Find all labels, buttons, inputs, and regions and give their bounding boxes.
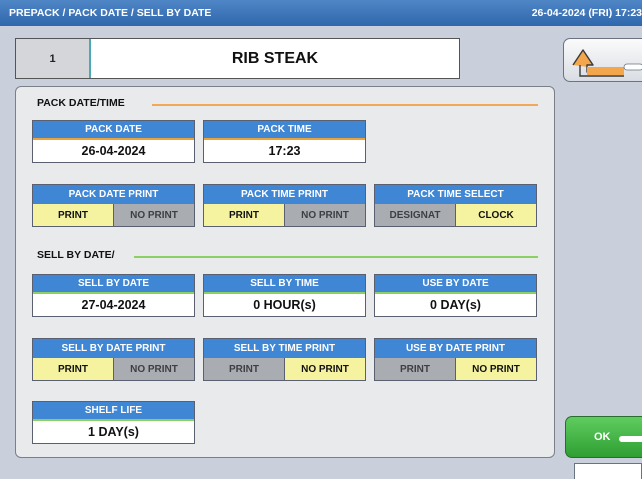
footer-box xyxy=(574,463,642,479)
sell-section-title: SELL BY DATE/ xyxy=(37,249,115,261)
ok-button[interactable]: OK xyxy=(565,416,642,458)
pack-time-clock-option[interactable]: CLOCK xyxy=(455,204,536,226)
pack-time-print-toggle: PACK TIME PRINT PRINT NO PRINT xyxy=(203,184,366,227)
pack-section-title: PACK DATE/TIME xyxy=(37,97,125,109)
pack-date-print-label: PACK DATE PRINT xyxy=(33,185,194,204)
pack-time-designat-option[interactable]: DESIGNAT xyxy=(375,204,455,226)
settings-panel: PACK DATE/TIME PACK DATE 26-04-2024 PACK… xyxy=(15,86,555,458)
product-number[interactable]: 1 xyxy=(16,39,91,78)
pack-section-divider xyxy=(152,104,538,106)
sell-by-time-value: 0 HOUR(s) xyxy=(253,298,316,312)
sell-by-time-print-toggle: SELL BY TIME PRINT PRINT NO PRINT xyxy=(203,338,366,381)
title-bar: PREPACK / PACK DATE / SELL BY DATE 26-04… xyxy=(0,0,642,26)
date-time-display: 26-04-2024 (FRI) 17:23 xyxy=(531,7,642,19)
product-header: 1 RIB STEAK xyxy=(15,38,460,79)
use-by-date-label: USE BY DATE xyxy=(375,275,536,294)
pack-date-print-toggle: PACK DATE PRINT PRINT NO PRINT xyxy=(32,184,195,227)
return-arrow-icon xyxy=(572,49,642,77)
use-by-date-print-option[interactable]: PRINT xyxy=(375,358,455,380)
pack-time-label: PACK TIME xyxy=(204,121,365,140)
sell-by-date-no-print-option[interactable]: NO PRINT xyxy=(113,358,194,380)
sell-section-divider xyxy=(134,256,538,258)
screen-title: PREPACK / PACK DATE / SELL BY DATE xyxy=(9,7,212,19)
use-by-date-field[interactable]: USE BY DATE 0 DAY(s) xyxy=(374,274,537,317)
use-by-date-no-print-option[interactable]: NO PRINT xyxy=(455,358,536,380)
sell-by-date-print-toggle: SELL BY DATE PRINT PRINT NO PRINT xyxy=(32,338,195,381)
sell-by-time-field[interactable]: SELL BY TIME 0 HOUR(s) xyxy=(203,274,366,317)
ok-button-label: OK xyxy=(594,431,611,443)
pack-time-no-print-option[interactable]: NO PRINT xyxy=(284,204,365,226)
pack-date-no-print-option[interactable]: NO PRINT xyxy=(113,204,194,226)
use-by-date-value: 0 DAY(s) xyxy=(430,298,481,312)
ok-connector-icon xyxy=(619,436,642,442)
sell-by-date-print-label: SELL BY DATE PRINT xyxy=(33,339,194,358)
pack-time-value: 17:23 xyxy=(268,144,301,158)
sell-by-time-no-print-option[interactable]: NO PRINT xyxy=(284,358,365,380)
shelf-life-value: 1 DAY(s) xyxy=(88,425,139,439)
pack-date-print-option[interactable]: PRINT xyxy=(33,204,113,226)
shelf-life-field[interactable]: SHELF LIFE 1 DAY(s) xyxy=(32,401,195,444)
sell-by-date-label: SELL BY DATE xyxy=(33,275,194,294)
sell-by-date-print-option[interactable]: PRINT xyxy=(33,358,113,380)
pack-time-print-option[interactable]: PRINT xyxy=(204,204,284,226)
pack-date-field[interactable]: PACK DATE 26-04-2024 xyxy=(32,120,195,163)
use-by-date-print-toggle: USE BY DATE PRINT PRINT NO PRINT xyxy=(374,338,537,381)
product-name: RIB STEAK xyxy=(231,49,319,67)
back-button[interactable] xyxy=(563,38,642,82)
shelf-life-label: SHELF LIFE xyxy=(33,402,194,421)
sell-by-time-print-option[interactable]: PRINT xyxy=(204,358,284,380)
sell-by-date-value: 27-04-2024 xyxy=(81,298,146,312)
pack-time-select-toggle: PACK TIME SELECT DESIGNAT CLOCK xyxy=(374,184,537,227)
pack-time-field[interactable]: PACK TIME 17:23 xyxy=(203,120,366,163)
use-by-date-print-label: USE BY DATE PRINT xyxy=(375,339,536,358)
pack-date-label: PACK DATE xyxy=(33,121,194,140)
pack-time-print-label: PACK TIME PRINT xyxy=(204,185,365,204)
pack-time-select-label: PACK TIME SELECT xyxy=(375,185,536,204)
sell-by-time-label: SELL BY TIME xyxy=(204,275,365,294)
sell-by-date-field[interactable]: SELL BY DATE 27-04-2024 xyxy=(32,274,195,317)
pack-date-value: 26-04-2024 xyxy=(81,144,146,158)
sell-by-time-print-label: SELL BY TIME PRINT xyxy=(204,339,365,358)
